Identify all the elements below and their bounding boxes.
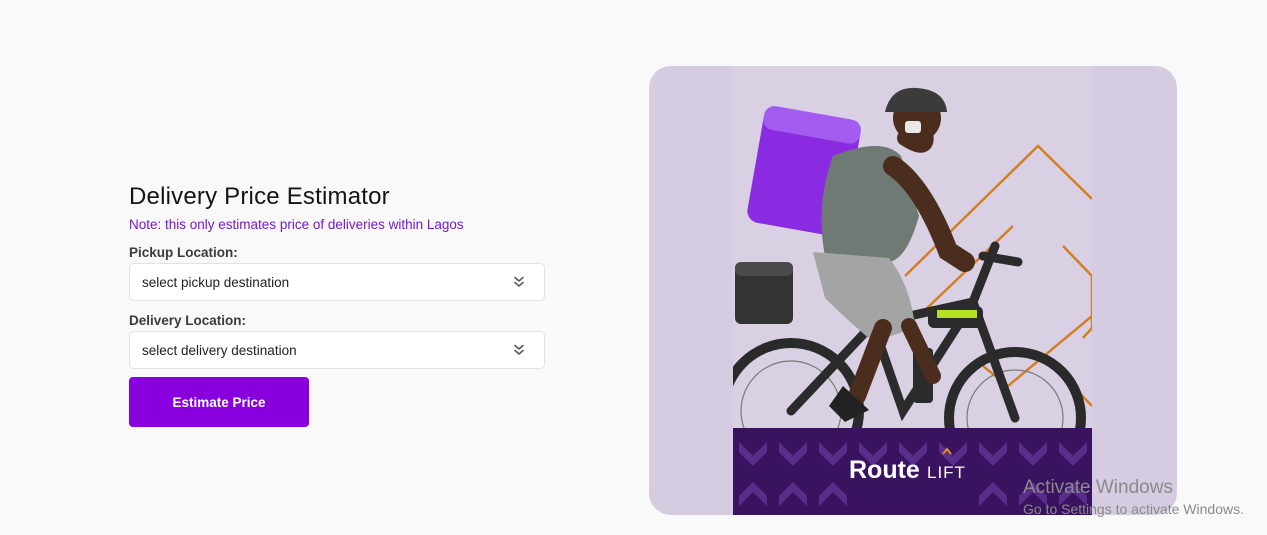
lagos-note: Note: this only estimates price of deliv… <box>129 217 464 232</box>
pickup-location-label: Pickup Location: <box>129 245 238 260</box>
page-title: Delivery Price Estimator <box>129 183 390 210</box>
delivery-location-label: Delivery Location: <box>129 313 247 328</box>
svg-text:LIFT: LIFT <box>927 463 966 482</box>
svg-text:Route: Route <box>849 456 920 484</box>
pickup-location-select[interactable]: select pickup destination <box>129 263 545 301</box>
delivery-location-select[interactable]: select delivery destination <box>129 331 545 369</box>
pickup-selected-value: select pickup destination <box>142 274 290 290</box>
double-chevron-down-icon <box>514 344 524 355</box>
price-estimator-form: Delivery Price Estimator Note: this only… <box>129 182 545 427</box>
hero-image-card: Route LIFT <box>649 66 1177 515</box>
delivery-rider-illustration: Route LIFT <box>733 66 1092 515</box>
double-chevron-down-icon <box>514 276 524 287</box>
estimate-price-button[interactable]: Estimate Price <box>129 377 309 427</box>
delivery-selected-value: select delivery destination <box>142 342 297 358</box>
